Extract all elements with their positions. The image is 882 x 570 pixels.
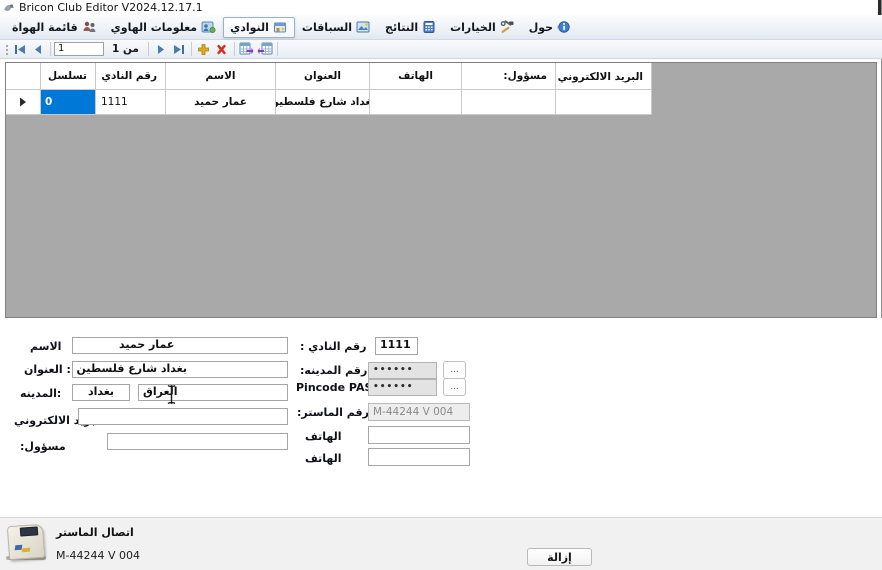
cell-address[interactable]: بغداد شارع فلسطين <box>276 90 370 115</box>
clubs-data-grid: تسلسل رقم النادي الاسم العنوان الهاتف مس… <box>5 62 877 318</box>
menu-item-fancier-info[interactable]: معلومات الهاوي <box>104 17 223 38</box>
menu-label: النتائج <box>385 21 418 34</box>
move-first-icon <box>14 44 27 55</box>
menu-label: حول <box>529 21 553 34</box>
menu-item-about[interactable]: حول <box>522 17 578 38</box>
phone1-label: الهاتف <box>305 430 342 443</box>
separator <box>191 42 192 56</box>
add-record-button[interactable] <box>195 41 213 57</box>
position-input[interactable]: 1 <box>54 42 104 56</box>
col-header-email[interactable]: البريد الالكتروني <box>556 63 652 90</box>
separator <box>50 42 51 56</box>
move-next-button[interactable] <box>152 41 170 57</box>
move-last-button[interactable] <box>170 41 188 57</box>
club-detail-form: الاسم عمار حميد العنوان : بغداد شارع فلس… <box>0 318 882 517</box>
city-code-password-field[interactable]: •••••• <box>368 362 437 379</box>
move-previous-button[interactable] <box>29 41 47 57</box>
city-field[interactable]: بغداد <box>72 384 130 401</box>
master-no-field: M-44244 V 004 <box>368 403 470 421</box>
pincode-browse-button[interactable]: ... <box>443 378 466 396</box>
name-label: الاسم <box>30 340 61 353</box>
separator <box>148 42 149 56</box>
address-label: العنوان : <box>24 363 71 376</box>
menu-label: النوادي <box>230 21 269 34</box>
move-last-icon <box>172 44 185 55</box>
master-serial-number: M-44244 V 004 <box>56 549 140 562</box>
app-icon <box>3 2 15 13</box>
cell-serial[interactable]: 0 <box>41 90 96 115</box>
window-title: Bricon Club Editor V2024.12.17.1 <box>19 1 203 14</box>
results-icon <box>422 20 436 34</box>
manager-field[interactable] <box>107 433 288 450</box>
col-header-address[interactable]: العنوان <box>276 63 370 90</box>
club-no-label: رقم النادي : <box>300 340 366 353</box>
import-table-icon <box>257 42 273 56</box>
import-data-button[interactable] <box>256 41 274 57</box>
menu-label: الخيارات <box>450 21 496 34</box>
menu-item-results[interactable]: النتائج <box>378 17 443 38</box>
toolbar-grip[interactable] <box>4 43 9 56</box>
delete-icon <box>215 43 228 56</box>
col-header-club-no[interactable]: رقم النادي <box>96 63 166 90</box>
cell-phone[interactable] <box>370 90 462 115</box>
col-header-manager[interactable]: مسؤول: <box>462 63 556 90</box>
master-connection-panel: اتصال الماستر M-44244 V 004 إزالة <box>0 517 882 570</box>
cell-name[interactable]: عمار حميد <box>166 90 276 115</box>
city-label: المدينه: <box>20 387 61 400</box>
add-icon <box>197 43 210 56</box>
about-icon <box>557 20 571 34</box>
move-previous-icon <box>33 44 43 55</box>
master-device-image <box>6 523 48 563</box>
menu-item-clubs[interactable]: النوادي <box>223 17 295 38</box>
master-no-label: رقم الماستر: <box>297 406 369 419</box>
remove-button[interactable]: إزالة <box>527 548 592 566</box>
country-field[interactable]: العراق <box>138 384 288 401</box>
move-next-icon <box>156 44 166 55</box>
races-icon <box>356 20 371 34</box>
record-count-label: من 1 <box>112 43 139 55</box>
cell-manager[interactable] <box>462 90 556 115</box>
menu-label: السباقات <box>302 21 352 34</box>
pincode-label: Pincode PAS: <box>296 381 377 394</box>
cell-email[interactable] <box>556 90 652 115</box>
col-header-name[interactable]: الاسم <box>166 63 276 90</box>
title-bar: Bricon Club Editor V2024.12.17.1 <box>0 0 882 15</box>
address-field[interactable]: بغداد شارع فلسطين <box>72 361 288 378</box>
menu-item-fanciers-list[interactable]: قائمة الهواة <box>5 17 104 38</box>
phone1-field[interactable] <box>368 426 470 444</box>
delete-record-button[interactable] <box>213 41 231 57</box>
main-toolbar: قائمة الهواة معلومات الهاوي النوادي السب… <box>0 15 882 40</box>
options-icon <box>500 20 515 34</box>
manager-label: مسؤول: <box>20 440 66 453</box>
separator <box>277 42 278 56</box>
name-field[interactable]: عمار حميد <box>72 337 288 354</box>
master-connection-title: اتصال الماستر <box>56 526 134 539</box>
fancier-info-icon <box>201 20 216 34</box>
cell-club-no[interactable]: 1111 <box>96 90 166 115</box>
row-selector[interactable] <box>6 90 41 115</box>
phone2-field[interactable] <box>368 448 470 466</box>
record-navigator: 1 من 1 <box>0 40 882 59</box>
ibeam-cursor <box>166 384 177 405</box>
menu-item-races[interactable]: السباقات <box>295 17 378 38</box>
move-first-button[interactable] <box>11 41 29 57</box>
current-row-arrow-icon <box>19 97 27 107</box>
grid-corner-header[interactable] <box>6 63 41 90</box>
fanciers-list-icon <box>82 20 97 34</box>
menu-item-options[interactable]: الخيارات <box>443 17 522 38</box>
pincode-password-field[interactable]: •••••• <box>368 379 437 396</box>
col-header-serial[interactable]: تسلسل <box>41 63 96 90</box>
city-code-label: رقم المدينه: <box>300 364 367 377</box>
export-data-button[interactable] <box>238 41 256 57</box>
clubs-icon <box>273 20 288 34</box>
col-header-phone[interactable]: الهاتف <box>370 63 462 90</box>
export-table-icon <box>239 42 255 56</box>
menu-label: قائمة الهواة <box>12 21 78 34</box>
phone2-label: الهاتف <box>305 452 342 465</box>
separator <box>234 42 235 56</box>
email-field[interactable] <box>78 408 288 425</box>
city-code-browse-button[interactable]: ... <box>443 361 466 379</box>
club-no-field[interactable]: 1111 <box>375 337 418 355</box>
menu-label: معلومات الهاوي <box>111 21 197 34</box>
